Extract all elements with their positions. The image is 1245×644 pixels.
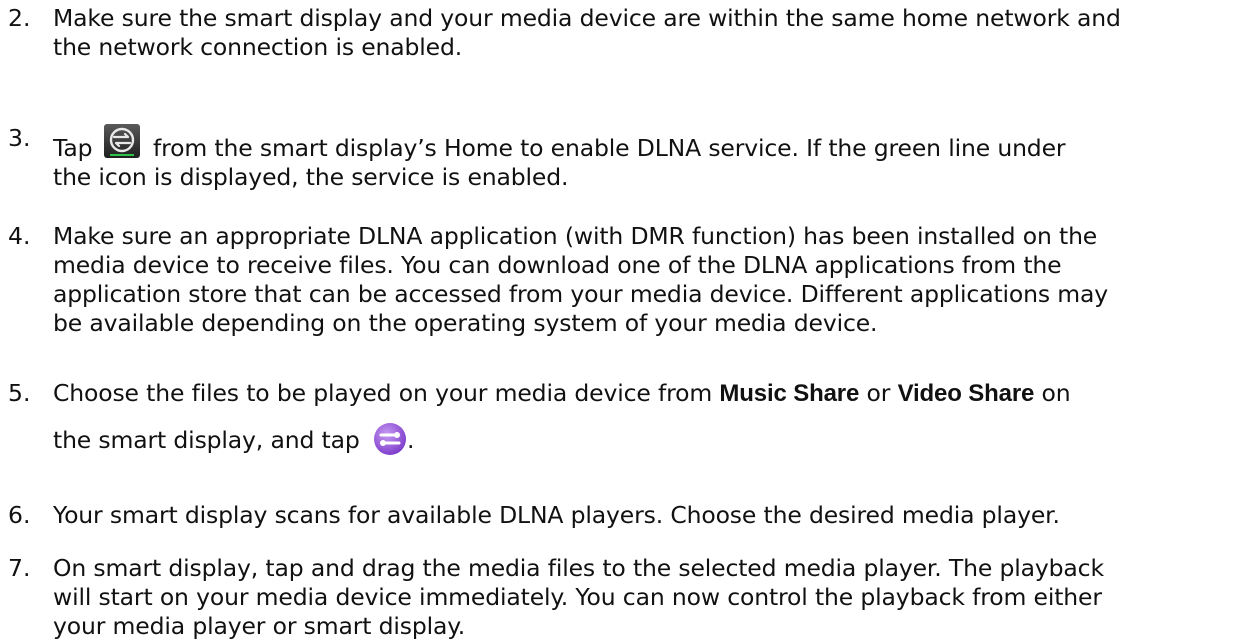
step-text-line: Your smart display scans for available D…	[53, 501, 1060, 529]
step-text-segment: Tap	[53, 134, 93, 162]
step-text: Choose the files to be played on your me…	[53, 379, 1243, 456]
step-text-segment: on	[1041, 379, 1071, 407]
step-text: Your smart display scans for available D…	[53, 501, 1243, 530]
step-text-line: the smart display, and tap .	[53, 422, 1243, 456]
step-text-line: Make sure an appropriate DLNA applicatio…	[53, 222, 1098, 250]
step-number: 7.	[8, 554, 31, 582]
step-text-line: Tap from the smart display’s Home to ena	[53, 124, 1243, 163]
music-share-label: Music Share	[719, 380, 860, 407]
step-text-line: will start on your media device immediat…	[53, 583, 1102, 611]
video-share-label: Video Share	[897, 380, 1035, 407]
step-text-segment: Choose the files to be played on your me…	[53, 379, 713, 407]
step-number: 4.	[8, 222, 31, 250]
step-text-segment: the smart display, and tap	[53, 426, 360, 454]
step-text-line: be available depending on the operating …	[53, 309, 878, 337]
step-text-line: application store that can be accessed f…	[53, 280, 1109, 308]
step-text: Make sure the smart display and your med…	[53, 4, 1243, 62]
step-text: Make sure an appropriate DLNA applicatio…	[53, 222, 1243, 338]
share-icon	[373, 422, 407, 456]
step-text-line: Choose the files to be played on your me…	[53, 379, 1243, 408]
step-text-line: On smart display, tap and drag the media…	[53, 554, 1104, 582]
step-text-line: Make sure the smart display and your med…	[53, 4, 1121, 32]
step-text: Tap from the smart display’s Home to ena	[53, 124, 1243, 192]
dlna-app-icon	[103, 124, 140, 158]
step-text-segment: from the smart display’s Home to enable …	[153, 134, 1066, 162]
step-text-line: the network connection is enabled.	[53, 33, 463, 61]
step-text-line: media device to receive files. You can d…	[53, 251, 1062, 279]
step-text-segment: .	[406, 426, 415, 454]
step-text-line: the icon is displayed, the service is en…	[53, 163, 569, 191]
step-number: 6.	[8, 501, 31, 529]
step-text: On smart display, tap and drag the media…	[53, 554, 1243, 641]
step-text-line: your media player or smart display.	[53, 612, 466, 640]
step-text-segment: or	[866, 379, 891, 407]
step-number: 2.	[8, 4, 31, 32]
step-number: 5.	[8, 379, 31, 407]
step-number: 3.	[8, 124, 31, 152]
